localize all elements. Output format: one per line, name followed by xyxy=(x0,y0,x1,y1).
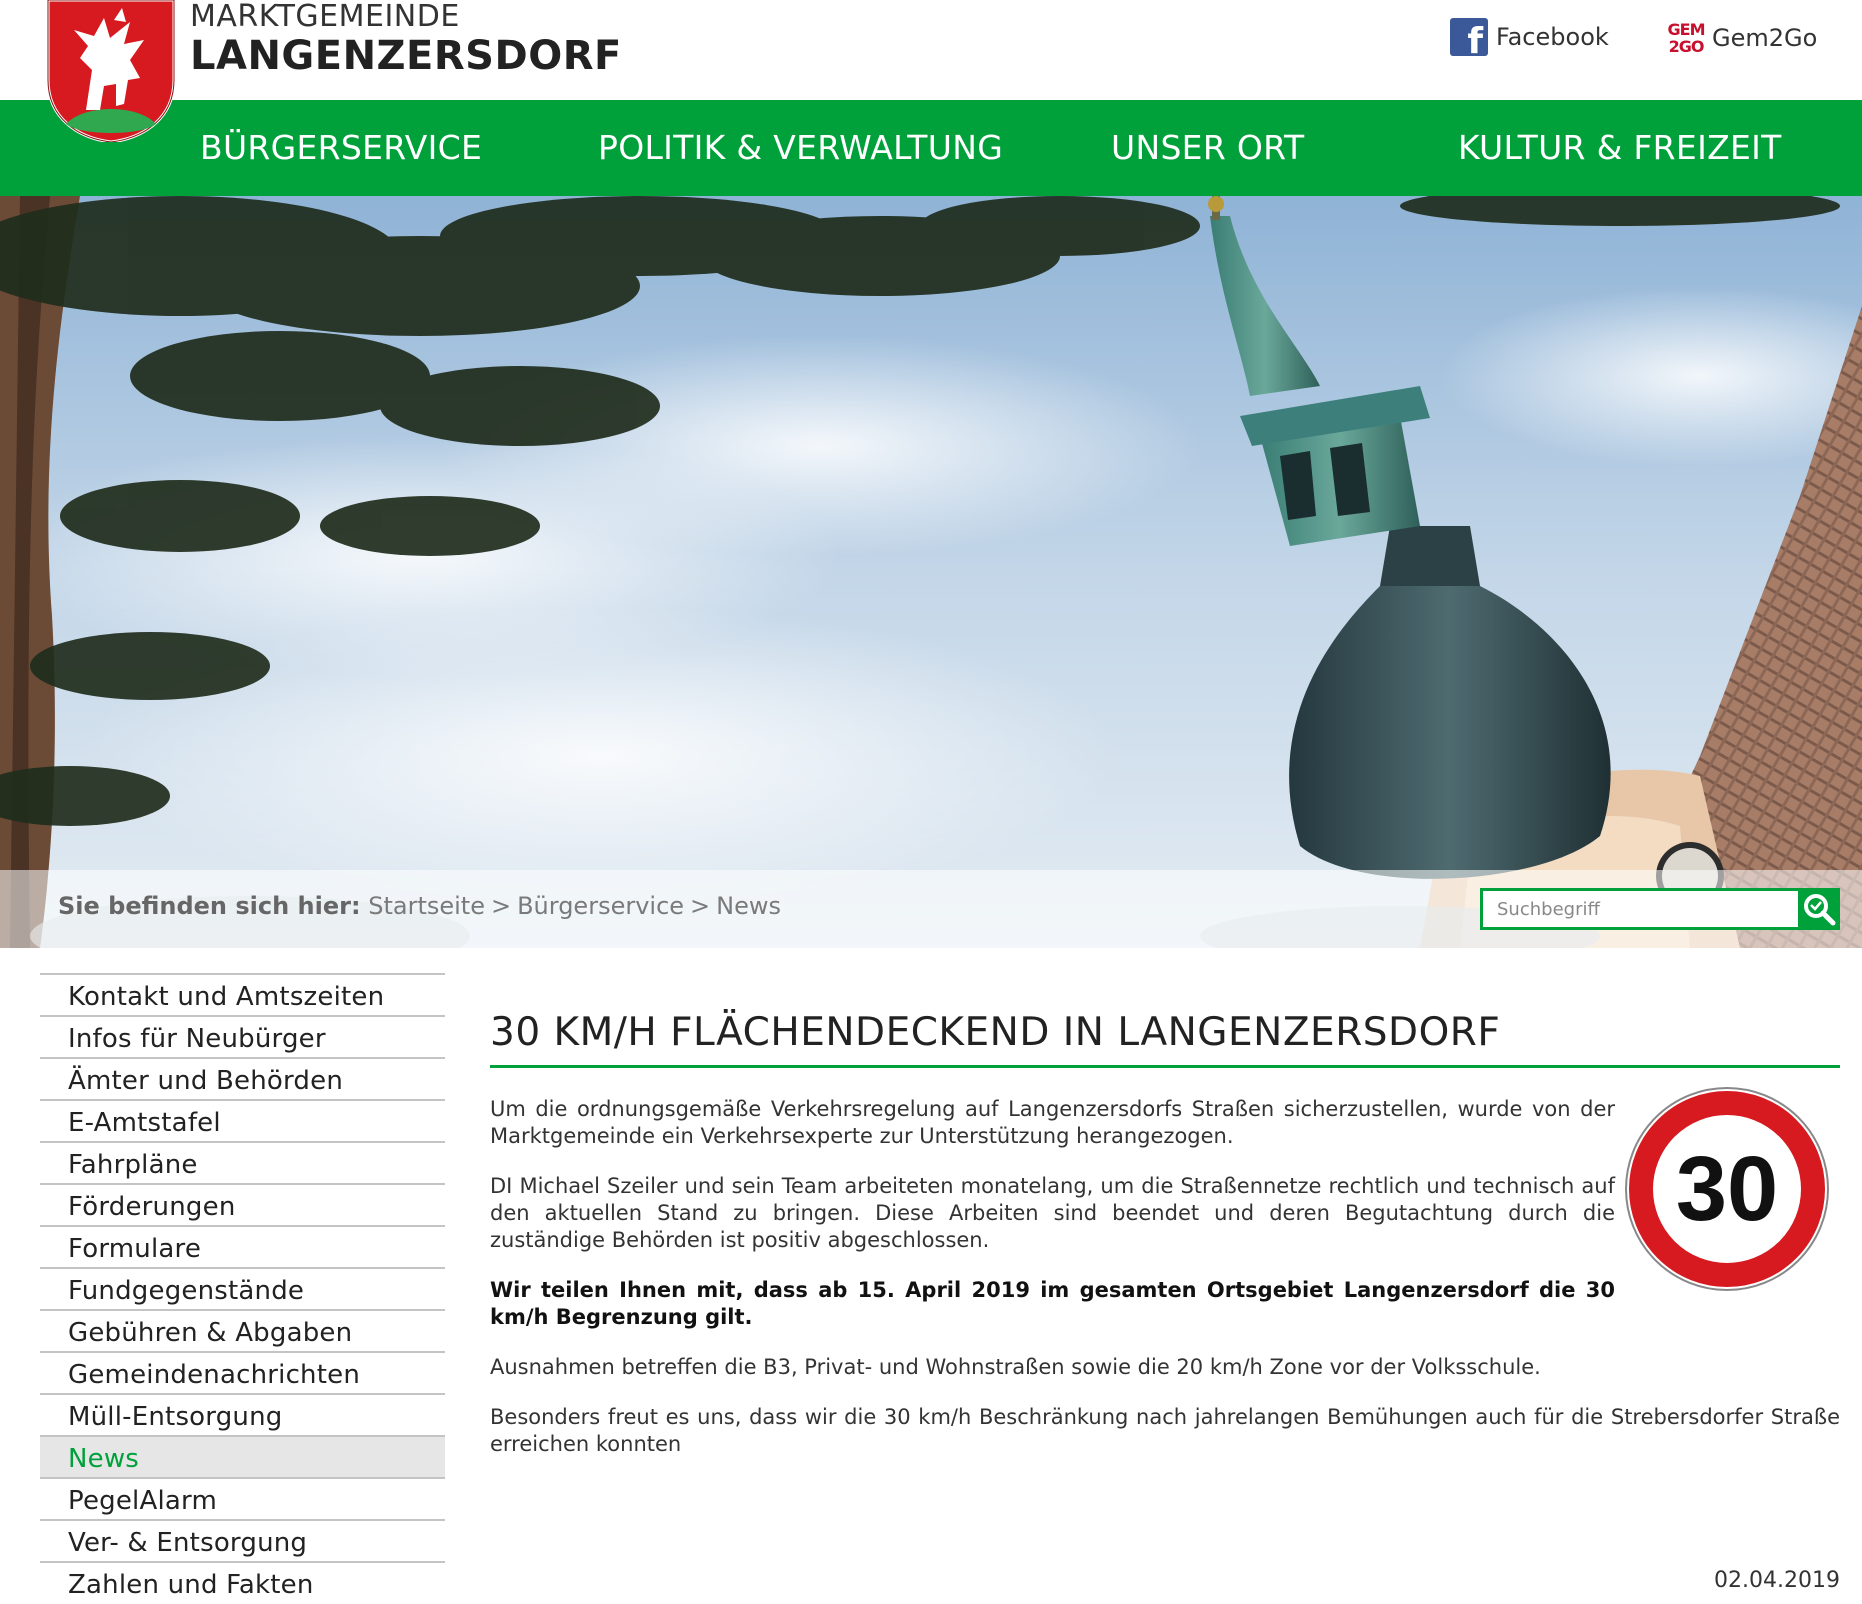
sidebar-menu: Kontakt und Amtszeiten Infos für Neubürg… xyxy=(40,973,445,1603)
article-paragraph: Besonders freut es uns, dass wir die 30 … xyxy=(490,1405,1840,1456)
sidebar-item-gemeindenachrichten[interactable]: Gemeindenachrichten xyxy=(40,1351,445,1393)
breadcrumb-buergerservice[interactable]: Bürgerservice xyxy=(517,892,684,920)
church-tower-photo xyxy=(0,196,1862,948)
speed-limit-30-sign-image: 30 xyxy=(1625,1087,1829,1291)
breadcrumb-separator: > xyxy=(690,892,711,920)
sidebar-item-gebuehren[interactable]: Gebühren & Abgaben xyxy=(40,1309,445,1351)
sidebar-item-kontakt[interactable]: Kontakt und Amtszeiten xyxy=(40,973,445,1015)
gem2go-label: Gem2Go xyxy=(1712,24,1818,52)
sidebar-item-formulare[interactable]: Formulare xyxy=(40,1225,445,1267)
site-header: MARKTGEMEINDE LANGENZERSDORF Facebook GE… xyxy=(0,0,1862,142)
sidebar-item-fundgegenstaende[interactable]: Fundgegenstände xyxy=(40,1267,445,1309)
nav-item-unser-ort[interactable]: UNSER ORT xyxy=(1111,100,1304,196)
breadcrumb-separator: > xyxy=(490,892,512,920)
brand-wordmark[interactable]: MARKTGEMEINDE LANGENZERSDORF xyxy=(190,2,622,80)
article-body: 30 Um die ordnungsgemäße Verkehrsregelun… xyxy=(490,1087,1840,1458)
sidebar-item-aemter[interactable]: Ämter und Behörden xyxy=(40,1057,445,1099)
gem2go-icon: GEM 2GO xyxy=(1667,18,1706,58)
sidebar-item-ver-entsorgung[interactable]: Ver- & Entsorgung xyxy=(40,1519,445,1561)
coat-of-arms-logo[interactable] xyxy=(44,0,178,142)
gem2go-badge-top: GEM xyxy=(1667,20,1706,39)
facebook-label: Facebook xyxy=(1496,23,1609,51)
sidebar-item-foerderungen[interactable]: Förderungen xyxy=(40,1183,445,1225)
article-date: 02.04.2019 xyxy=(1714,1568,1840,1593)
sidebar-item-zahlen-fakten[interactable]: Zahlen und Fakten xyxy=(40,1561,445,1603)
search-box xyxy=(1480,888,1840,930)
article-paragraph: Um die ordnungsgemäße Verkehrsregelung a… xyxy=(490,1097,1615,1148)
gem2go-link[interactable]: GEM 2GO Gem2Go xyxy=(1667,18,1818,58)
breadcrumb-startseite[interactable]: Startseite xyxy=(368,892,485,920)
sidebar-item-neubuerger[interactable]: Infos für Neubürger xyxy=(40,1015,445,1057)
breadcrumb-lead: Sie befinden sich hier: xyxy=(58,892,361,920)
gem2go-badge-bottom: 2GO xyxy=(1668,37,1705,56)
search-input[interactable] xyxy=(1480,888,1800,930)
nav-item-politik-verwaltung[interactable]: POLITIK & VERWALTUNG xyxy=(598,100,1003,196)
article-paragraph: DI Michael Szeiler und sein Team arbeite… xyxy=(490,1174,1615,1252)
search-button[interactable] xyxy=(1798,888,1840,930)
article-paragraph: Ausnahmen betreffen die B3, Privat- und … xyxy=(490,1355,1541,1379)
sidebar-item-news[interactable]: News xyxy=(40,1435,445,1477)
nav-item-kultur-freizeit[interactable]: KULTUR & FREIZEIT xyxy=(1458,100,1782,196)
facebook-link[interactable]: Facebook xyxy=(1450,18,1609,60)
speed-limit-number: 30 xyxy=(1676,1138,1778,1240)
facebook-icon xyxy=(1450,18,1488,60)
main-navigation: BÜRGERSERVICE POLITIK & VERWALTUNG UNSER… xyxy=(0,100,1862,196)
sidebar-item-amtstafel[interactable]: E-Amtstafel xyxy=(40,1099,445,1141)
sidebar-item-fahrplaene[interactable]: Fahrpläne xyxy=(40,1141,445,1183)
article-highlight: Wir teilen Ihnen mit, dass ab 15. April … xyxy=(490,1278,1615,1329)
brand-top-line: MARKTGEMEINDE xyxy=(190,0,460,34)
sidebar-item-pegelalarm[interactable]: PegelAlarm xyxy=(40,1477,445,1519)
sidebar-item-muell[interactable]: Müll-Entsorgung xyxy=(40,1393,445,1435)
breadcrumb-news[interactable]: News xyxy=(716,892,781,920)
breadcrumb: Sie befinden sich hier: Startseite > Bürge… xyxy=(58,892,781,920)
nav-item-buergerservice[interactable]: BÜRGERSERVICE xyxy=(200,100,482,196)
article: 30 KM/H FLÄCHENDECKEND IN LANGENZERSDORF… xyxy=(490,1010,1840,1481)
article-title: 30 KM/H FLÄCHENDECKEND IN LANGENZERSDORF xyxy=(490,1010,1840,1068)
brand-name: LANGENZERSDORF xyxy=(190,33,622,79)
search-icon xyxy=(1804,894,1836,926)
hero-image xyxy=(0,196,1862,948)
